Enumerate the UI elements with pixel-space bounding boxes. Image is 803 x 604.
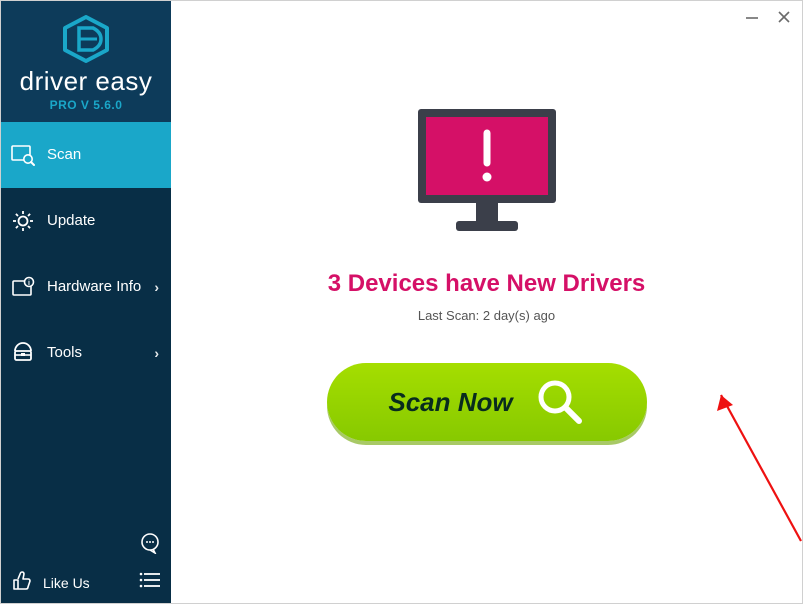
sidebar-bottom: Like Us bbox=[1, 563, 171, 603]
minimize-button[interactable] bbox=[742, 7, 762, 27]
thumbs-up-icon bbox=[11, 570, 33, 597]
feedback-icon[interactable] bbox=[139, 532, 161, 559]
window-controls bbox=[742, 7, 794, 27]
main-panel: 3 Devices have New Drivers Last Scan: 2 … bbox=[171, 1, 802, 603]
logo-icon bbox=[61, 15, 111, 63]
sidebar-item-label: Hardware Info bbox=[47, 278, 142, 295]
menu-icon[interactable] bbox=[139, 564, 171, 603]
brand-version: PRO V 5.6.0 bbox=[1, 98, 171, 112]
brand-header: driver easy PRO V 5.6.0 bbox=[1, 1, 171, 122]
scan-now-label: Scan Now bbox=[388, 387, 512, 418]
chevron-right-icon: › bbox=[154, 345, 159, 361]
sidebar-item-hardware-info[interactable]: i Hardware Info › bbox=[1, 254, 171, 320]
toolbox-icon bbox=[11, 342, 35, 364]
last-scan-label: Last Scan: 2 day(s) ago bbox=[418, 308, 555, 323]
sidebar-item-scan[interactable]: Scan bbox=[1, 122, 171, 188]
sidebar-item-label: Update bbox=[47, 212, 163, 229]
search-icon bbox=[533, 375, 585, 430]
sidebar: driver easy PRO V 5.6.0 Scan Update i bbox=[1, 1, 171, 603]
close-button[interactable] bbox=[774, 7, 794, 27]
scan-content: 3 Devices have New Drivers Last Scan: 2 … bbox=[171, 1, 802, 441]
scan-now-button[interactable]: Scan Now bbox=[327, 363, 647, 441]
sidebar-nav: Scan Update i Hardware Info › Tools bbox=[1, 122, 171, 532]
monitor-alert-icon bbox=[412, 105, 562, 242]
svg-text:i: i bbox=[28, 280, 30, 287]
app-window: driver easy PRO V 5.6.0 Scan Update i bbox=[0, 0, 803, 604]
brand-name: driver easy bbox=[1, 67, 171, 96]
scan-headline: 3 Devices have New Drivers bbox=[328, 270, 646, 298]
sidebar-item-label: Tools bbox=[47, 344, 142, 361]
chevron-right-icon: › bbox=[154, 279, 159, 295]
sidebar-item-tools[interactable]: Tools › bbox=[1, 320, 171, 386]
like-us-label: Like Us bbox=[43, 575, 90, 591]
scan-icon bbox=[11, 144, 35, 166]
sidebar-item-label: Scan bbox=[47, 146, 163, 163]
hwinfo-icon: i bbox=[11, 276, 35, 298]
gear-icon bbox=[11, 210, 35, 232]
like-us-button[interactable]: Like Us bbox=[1, 563, 139, 603]
sidebar-item-update[interactable]: Update bbox=[1, 188, 171, 254]
